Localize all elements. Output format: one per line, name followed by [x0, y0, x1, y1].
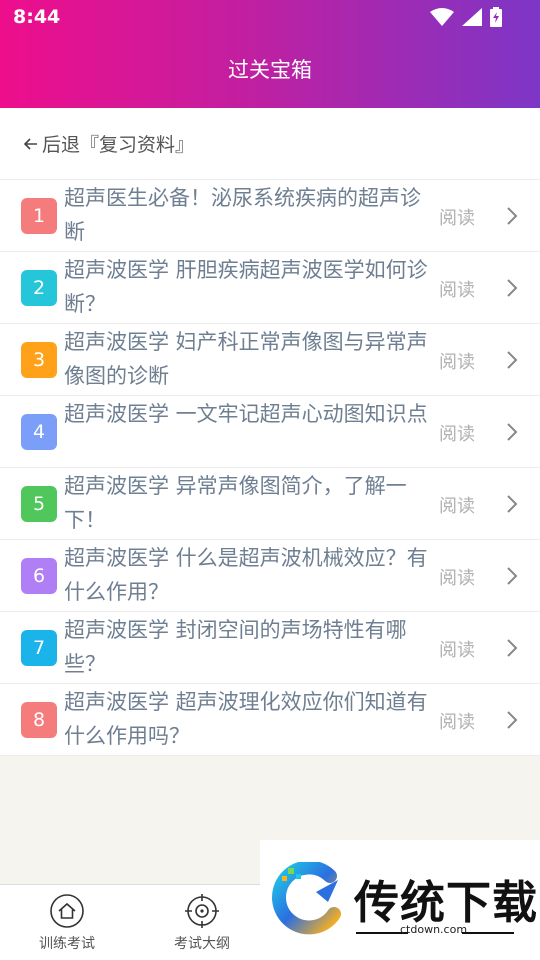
list-item[interactable]: 8 超声波医学 超声波理化效应你们知道有什么作用吗？ 阅读: [0, 684, 540, 756]
list-item[interactable]: 4 超声波医学 一文牢记超声心动图知识点 阅读: [0, 396, 540, 468]
chevron-right-icon: [507, 351, 518, 369]
number-badge: 3: [21, 342, 57, 378]
list-item[interactable]: 7 超声波医学 封闭空间的声场特性有哪些？ 阅读: [0, 612, 540, 684]
arrow-left-icon: [23, 137, 37, 150]
tab-label: 考试大纲: [174, 936, 230, 952]
number-badge: 7: [21, 630, 57, 666]
chevron-right-icon: [507, 567, 518, 585]
chevron-right-icon: [507, 279, 518, 297]
number-badge: 2: [21, 270, 57, 306]
item-title: 超声波医学 封闭空间的声场特性有哪些？: [64, 618, 407, 676]
read-label[interactable]: 阅读: [439, 564, 475, 590]
item-title: 超声波医学 妇产科正常声像图与异常声像图的诊断: [64, 330, 428, 388]
number-badge: 8: [21, 702, 57, 738]
watermark: 传统下载 ctdown.com: [260, 840, 540, 960]
chevron-right-icon: [507, 423, 518, 441]
list-item[interactable]: 6 超声波医学 什么是超声波机械效应？有什么作用？ 阅读: [0, 540, 540, 612]
article-list: 1 超声医生必备！泌尿系统疾病的超声诊断 阅读 2 超声波医学 肝胆疾病超声波医…: [0, 180, 540, 756]
status-icons: [430, 7, 502, 27]
back-label: 后退『复习资料』: [42, 134, 195, 156]
chevron-right-icon: [507, 711, 518, 729]
divider: [462, 932, 514, 934]
item-title: 超声波医学 异常声像图简介，了解一下！: [64, 474, 407, 532]
list-item[interactable]: 5 超声波医学 异常声像图简介，了解一下！ 阅读: [0, 468, 540, 540]
home-icon: [50, 894, 84, 928]
item-title: 超声波医学 什么是超声波机械效应？有什么作用？: [64, 546, 428, 604]
number-badge: 1: [21, 198, 57, 234]
number-badge: 5: [21, 486, 57, 522]
chevron-right-icon: [507, 639, 518, 657]
read-label[interactable]: 阅读: [439, 636, 475, 662]
target-icon: [185, 894, 219, 928]
page-title: 过关宝箱: [228, 58, 312, 82]
status-time: 8:44: [13, 6, 61, 28]
tab-training-exam[interactable]: 训练考试: [17, 893, 117, 953]
chevron-right-icon: [507, 495, 518, 513]
list-item[interactable]: 2 超声波医学 肝胆疾病超声波医学如何诊断？ 阅读: [0, 252, 540, 324]
read-label[interactable]: 阅读: [439, 708, 475, 734]
item-title: 超声波医学 肝胆疾病超声波医学如何诊断？: [64, 258, 428, 316]
battery-icon: [490, 7, 502, 27]
read-label[interactable]: 阅读: [439, 276, 475, 302]
tab-label: 训练考试: [39, 936, 95, 952]
brand-url: ctdown.com: [400, 923, 468, 936]
status-bar: 8:44: [0, 0, 540, 36]
read-label[interactable]: 阅读: [439, 420, 475, 446]
tab-exam-syllabus[interactable]: 考试大纲: [152, 893, 252, 953]
back-button[interactable]: 后退『复习资料』: [0, 108, 540, 180]
number-badge: 6: [21, 558, 57, 594]
item-title: 超声波医学 超声波理化效应你们知道有什么作用吗？: [64, 690, 428, 748]
item-title: 超声医生必备！泌尿系统疾病的超声诊断: [64, 186, 421, 244]
list-item[interactable]: 3 超声波医学 妇产科正常声像图与异常声像图的诊断 阅读: [0, 324, 540, 396]
list-item[interactable]: 1 超声医生必备！泌尿系统疾病的超声诊断 阅读: [0, 180, 540, 252]
read-label[interactable]: 阅读: [439, 204, 475, 230]
brand-logo-icon: [272, 862, 341, 935]
number-badge: 4: [21, 414, 57, 450]
item-title: 超声波医学 一文牢记超声心动图知识点: [64, 402, 428, 426]
wifi-icon: [430, 8, 454, 26]
brand-name: 传统下载: [354, 876, 539, 929]
read-label[interactable]: 阅读: [439, 492, 475, 518]
app-header: 8:44 过关宝箱: [0, 0, 540, 108]
read-label[interactable]: 阅读: [439, 348, 475, 374]
chevron-right-icon: [507, 207, 518, 225]
signal-icon: [462, 8, 482, 26]
